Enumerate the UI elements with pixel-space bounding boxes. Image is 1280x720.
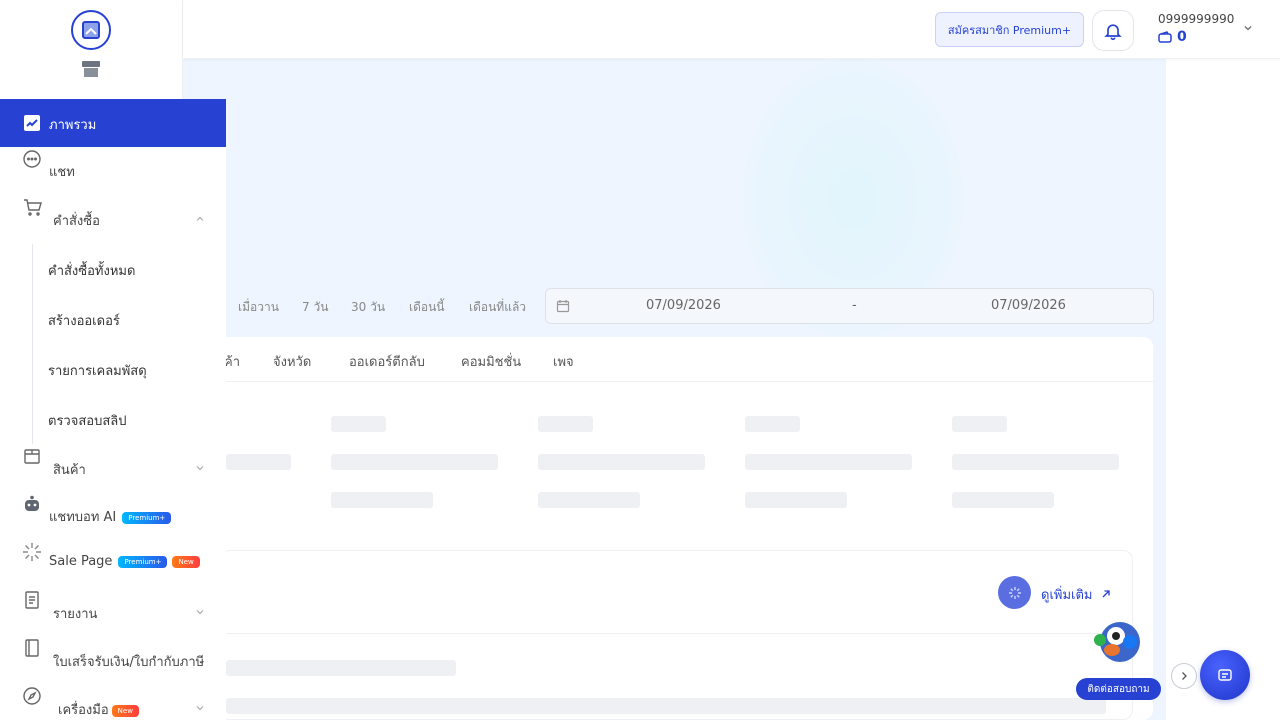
- premium-badge: Premium+: [122, 511, 172, 524]
- submenu-verify-slip[interactable]: ตรวจสอบสลิป: [48, 410, 127, 431]
- new-badge: New: [111, 704, 139, 717]
- wallet-amount: 0: [1177, 29, 1187, 45]
- skeleton-bar: [745, 454, 912, 470]
- see-more-label: ดูเพิ่มเติม: [1041, 588, 1093, 603]
- sidebar-item-label: แชทบอท AI: [49, 510, 117, 525]
- premium-badge: Premium+: [118, 555, 168, 568]
- document-icon: [22, 590, 42, 610]
- arrow-up-right-icon: [1102, 590, 1110, 598]
- tab-returned-orders[interactable]: ออเดอร์ตีกลับ: [349, 351, 425, 372]
- filter-last-month[interactable]: เดือนที่แล้ว: [469, 298, 526, 317]
- sidebar-item-label: สินค้า: [53, 463, 86, 478]
- skeleton-bar: [952, 416, 1007, 432]
- store-icon[interactable]: [81, 60, 101, 82]
- notification-button[interactable]: [1092, 10, 1134, 51]
- right-panel: [1166, 59, 1280, 720]
- logo-icon: [82, 21, 100, 39]
- submenu-all-orders[interactable]: คำสั่งซื้อทั้งหมด: [48, 260, 135, 281]
- see-more-link[interactable]: ดูเพิ่มเติม: [1041, 584, 1111, 605]
- expand-button[interactable]: [1171, 663, 1197, 689]
- sidebar-item-label-wrap: เครื่องมือ New: [58, 699, 139, 720]
- tabs-divider: [200, 381, 1153, 382]
- tab-products[interactable]: ค้า: [224, 351, 240, 372]
- compass-icon: [22, 686, 42, 706]
- chevron-down-icon: [196, 466, 204, 471]
- chart-line-icon: [22, 113, 42, 133]
- skeleton-bar: [745, 416, 800, 432]
- section-card: ดูเพิ่มเติม: [220, 550, 1133, 720]
- tab-page[interactable]: เพจ: [553, 351, 574, 372]
- sidebar-item-label: คำสั่งซื้อ: [53, 214, 100, 229]
- receipt-icon: [22, 638, 42, 658]
- chevron-up-icon: [196, 216, 204, 221]
- section-divider: [221, 633, 1132, 634]
- skeleton-bar: [538, 416, 593, 432]
- skeleton-bar: [226, 660, 456, 676]
- chevron-down-icon: [196, 706, 204, 711]
- date-range-picker[interactable]: 07/09/2026 - 07/09/2026: [545, 288, 1154, 324]
- sparkle-icon: [22, 542, 42, 562]
- message-icon: [1218, 669, 1232, 681]
- sidebar-item-overview[interactable]: ภาพรวม: [0, 99, 226, 147]
- sidebar-item-label: แชท: [49, 165, 75, 180]
- premium-signup-button[interactable]: สมัครสมาชิก Premium+: [935, 12, 1084, 47]
- filter-yesterday[interactable]: เมื่อวาน: [238, 298, 279, 317]
- skeleton-bar: [952, 492, 1054, 508]
- date-separator: -: [852, 298, 857, 313]
- start-date[interactable]: 07/09/2026: [646, 298, 721, 313]
- top-bar: สมัครสมาชิก Premium+ 0999999990 0: [183, 0, 1280, 59]
- skeleton-bar: [226, 454, 291, 470]
- sidebar-item-label: Sale Page: [49, 554, 113, 569]
- contact-us-button[interactable]: ติดต่อสอบถาม: [1076, 678, 1161, 700]
- skeleton-bar: [226, 698, 1106, 714]
- new-badge: New: [172, 555, 200, 568]
- account-menu[interactable]: 0999999990 0: [1158, 12, 1268, 50]
- skeleton-bar: [331, 492, 433, 508]
- robot-icon: [22, 494, 42, 514]
- submenu-line: [32, 244, 33, 444]
- cart-icon: [22, 197, 42, 217]
- stats-card: ค้า จังหวัด ออเดอร์ตีกลับ คอมมิชชั่น เพจ…: [200, 337, 1153, 720]
- skeleton-bar: [331, 454, 498, 470]
- wallet-icon: [1158, 31, 1172, 43]
- filter-7-days[interactable]: 7 วัน: [302, 298, 328, 317]
- sidebar-item-label-wrap: Sale Page Premium+ New: [49, 554, 200, 569]
- box-icon: [22, 446, 42, 466]
- sidebar-item-label: ภาพรวม: [49, 118, 97, 133]
- submenu-parcel-claims[interactable]: รายการเคลมพัสดุ: [48, 360, 147, 381]
- tab-commission[interactable]: คอมมิชชั่น: [461, 351, 521, 372]
- skeleton-bar: [538, 454, 705, 470]
- chat-bubble-icon: [22, 149, 42, 169]
- calendar-icon: [556, 300, 570, 313]
- skeleton-bar: [331, 416, 386, 432]
- sidebar-item-label: เครื่องมือ: [58, 703, 109, 718]
- chevron-down-icon: [1244, 25, 1252, 31]
- brand-logo[interactable]: [71, 10, 111, 50]
- loading-spinner-icon: [998, 576, 1031, 609]
- end-date[interactable]: 07/09/2026: [991, 298, 1066, 313]
- filter-30-days[interactable]: 30 วัน: [351, 298, 385, 317]
- skeleton-bar: [952, 454, 1119, 470]
- submenu-create-order[interactable]: สร้างออเดอร์: [48, 310, 120, 331]
- sidebar-item-label: รายงาน: [53, 607, 98, 622]
- filter-this-month[interactable]: เดือนนี้: [409, 298, 445, 317]
- chevron-down-icon: [196, 610, 204, 615]
- skeleton-bar: [745, 492, 847, 508]
- sidebar: ภาพรวม แชท คำสั่งซื้อ คำสั่งซื้อทั้งหมด …: [0, 99, 226, 720]
- chat-fab-button[interactable]: [1200, 650, 1250, 700]
- sidebar-item-label: ใบเสร็จรับเงิน/ใบกำกับภาษี: [53, 655, 205, 670]
- chevron-right-icon: [1182, 672, 1187, 680]
- bell-icon: [1104, 23, 1122, 40]
- sidebar-header: [0, 0, 183, 99]
- sidebar-item-label-wrap: แชทบอท AI Premium+: [49, 506, 172, 527]
- mascot-icon[interactable]: [1086, 612, 1150, 668]
- tab-province[interactable]: จังหวัด: [273, 351, 311, 372]
- skeleton-bar: [538, 492, 640, 508]
